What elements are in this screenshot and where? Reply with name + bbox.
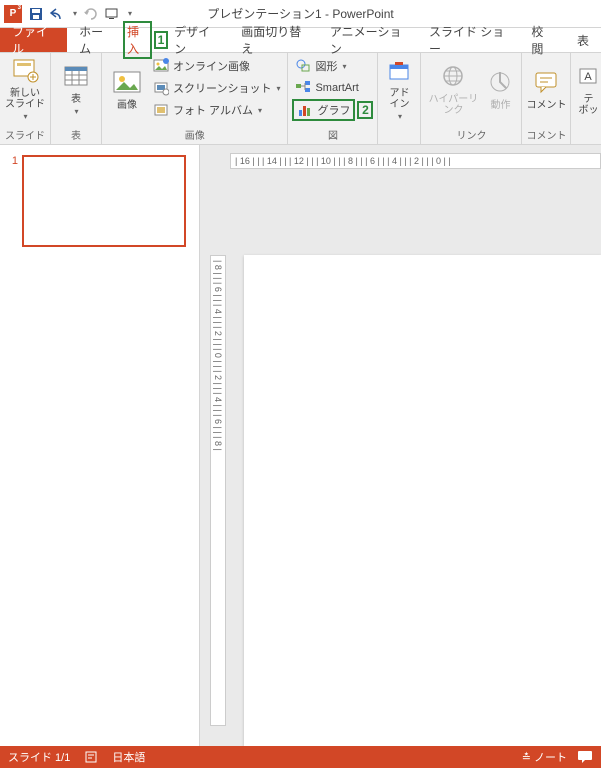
hyperlink-label: ハイパーリンク xyxy=(425,94,481,116)
dropdown-icon: ▾ xyxy=(398,112,402,121)
ribbon-tabs: ファイル ホーム 挿入 1 デザイン 画面切り替え アニメーション スライド シ… xyxy=(0,28,601,53)
group-comments-label: コメント xyxy=(526,125,566,144)
ribbon: 新しい スライド ▾ スライド 表 ▾ 表 画像 xyxy=(0,53,601,145)
table-button[interactable]: 表 ▾ xyxy=(55,55,97,121)
comment-label: コメント xyxy=(526,100,566,111)
action-icon xyxy=(484,66,516,98)
slide-canvas[interactable] xyxy=(244,255,601,746)
undo-icon[interactable] xyxy=(50,6,66,22)
tab-animations[interactable]: アニメーション xyxy=(318,28,417,52)
smartart-label: SmartArt xyxy=(315,82,358,94)
slide-number: 1 xyxy=(6,155,18,247)
shapes-icon xyxy=(295,58,311,74)
slide-thumbnail-row[interactable]: 1 xyxy=(6,155,193,247)
tab-home[interactable]: ホーム xyxy=(67,28,123,52)
spellcheck-icon[interactable] xyxy=(84,750,98,764)
undo-dropdown-icon[interactable]: ▾ xyxy=(73,9,77,18)
status-language[interactable]: 日本語 xyxy=(112,749,145,765)
horizontal-ruler: | 16 | | | 14 | | | 12 | | | 10 | | | 8 … xyxy=(230,153,601,169)
tab-file[interactable]: ファイル xyxy=(0,28,67,52)
tab-view[interactable]: 表 xyxy=(565,28,601,52)
addin-icon xyxy=(383,55,415,86)
screenshot-label: スクリーンショット xyxy=(173,80,271,96)
slide-thumbnail[interactable] xyxy=(22,155,186,247)
redo-icon[interactable] xyxy=(83,6,99,22)
save-icon[interactable] xyxy=(28,6,44,22)
new-slide-icon xyxy=(9,55,41,86)
chart-label: グラフ xyxy=(317,102,350,118)
picture-icon xyxy=(111,66,143,98)
vertical-ruler: | 8 | | | 6 | | | 4 | | | 2 | | | 0 | | … xyxy=(210,255,226,726)
tab-slideshow[interactable]: スライド ショー xyxy=(417,28,519,52)
online-image-icon xyxy=(153,58,169,74)
group-links-label: リンク xyxy=(425,125,517,144)
dropdown-icon: ▾ xyxy=(258,106,262,115)
tab-design[interactable]: デザイン xyxy=(162,28,229,52)
chart-icon xyxy=(297,102,313,118)
group-images-label: 画像 xyxy=(106,125,283,144)
photo-album-label: フォト アルバム xyxy=(173,102,253,118)
smartart-icon xyxy=(295,80,311,96)
document-title: プレゼンテーション1 - PowerPoint xyxy=(207,5,393,22)
app-icon: P xyxy=(4,5,22,23)
comments-status-icon[interactable] xyxy=(577,750,593,764)
textbox-button[interactable]: A テ ボッ xyxy=(575,55,601,121)
online-image-button[interactable]: オンライン画像 xyxy=(150,55,283,77)
action-label: 動作 xyxy=(490,100,510,111)
hyperlink-button[interactable]: ハイパーリンク xyxy=(425,55,481,121)
screenshot-button[interactable]: スクリーンショット ▾ xyxy=(150,77,283,99)
status-slide-count[interactable]: スライド 1/1 xyxy=(8,749,70,765)
shapes-button[interactable]: 図形 ▾ xyxy=(292,55,373,77)
new-slide-label: 新しい スライド xyxy=(5,88,45,110)
thumbnail-pane[interactable]: 1 xyxy=(0,145,200,746)
online-image-label: オンライン画像 xyxy=(173,58,250,74)
screenshot-icon xyxy=(153,80,169,96)
notes-button[interactable]: ≛ ノート xyxy=(522,749,567,765)
slide-editor: | 16 | | | 14 | | | 12 | | | 10 | | | 8 … xyxy=(200,145,601,746)
status-bar: スライド 1/1 日本語 ≛ ノート xyxy=(0,746,601,768)
group-illustrations-label: 図 xyxy=(292,125,373,144)
textbox-icon: A xyxy=(572,60,601,92)
group-slides-label: スライド xyxy=(4,125,46,144)
workspace: 1 | 16 | | | 14 | | | 12 | | | 10 | | | … xyxy=(0,145,601,746)
picture-button[interactable]: 画像 xyxy=(106,55,148,121)
dropdown-icon: ▾ xyxy=(276,84,280,93)
addin-button[interactable]: アド イン ▾ xyxy=(382,55,416,121)
group-addin-label xyxy=(382,140,416,144)
dropdown-icon: ▾ xyxy=(23,112,27,121)
textbox-label: テ ボッ xyxy=(578,94,598,116)
shapes-label: 図形 xyxy=(315,58,337,74)
group-tables-label: 表 xyxy=(55,125,97,144)
hyperlink-icon xyxy=(437,60,469,92)
tab-transitions[interactable]: 画面切り替え xyxy=(229,28,318,52)
action-button[interactable]: 動作 xyxy=(483,55,517,121)
table-icon xyxy=(60,60,92,92)
chart-button[interactable]: グラフ xyxy=(292,99,355,121)
svg-text:A: A xyxy=(585,71,593,83)
picture-label: 画像 xyxy=(117,100,137,111)
addin-label: アド イン xyxy=(389,88,409,110)
comment-button[interactable]: コメント xyxy=(526,55,566,121)
photo-album-icon xyxy=(153,102,169,118)
dropdown-icon: ▾ xyxy=(342,62,346,71)
smartart-button[interactable]: SmartArt xyxy=(292,77,373,99)
tab-review[interactable]: 校閲 xyxy=(519,28,565,52)
table-label: 表 xyxy=(71,94,81,105)
callout-2: 2 xyxy=(357,101,373,119)
qat-customize-icon[interactable]: ▾ xyxy=(128,9,132,18)
comment-icon xyxy=(530,66,562,98)
new-slide-button[interactable]: 新しい スライド ▾ xyxy=(4,55,46,121)
photo-album-button[interactable]: フォト アルバム ▾ xyxy=(150,99,283,121)
dropdown-icon: ▾ xyxy=(74,107,78,116)
start-from-beginning-icon[interactable] xyxy=(105,6,121,22)
